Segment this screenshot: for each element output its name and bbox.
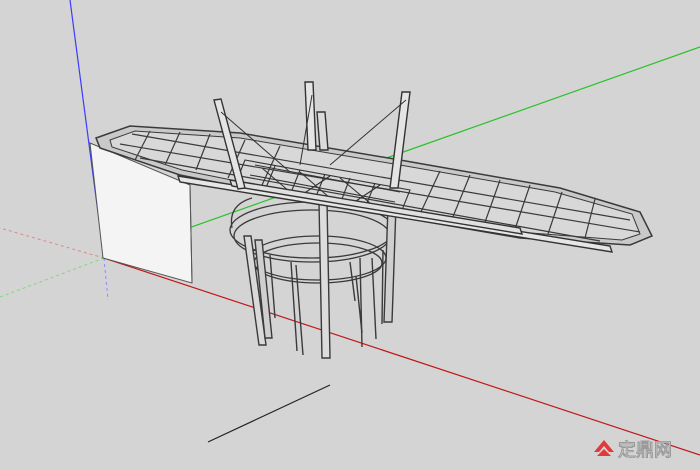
watermark-text: 定鼎网 — [618, 439, 672, 461]
sketchup-viewport[interactable]: 定鼎网 — [0, 0, 700, 470]
model-canvas[interactable]: 定鼎网 — [0, 0, 700, 470]
